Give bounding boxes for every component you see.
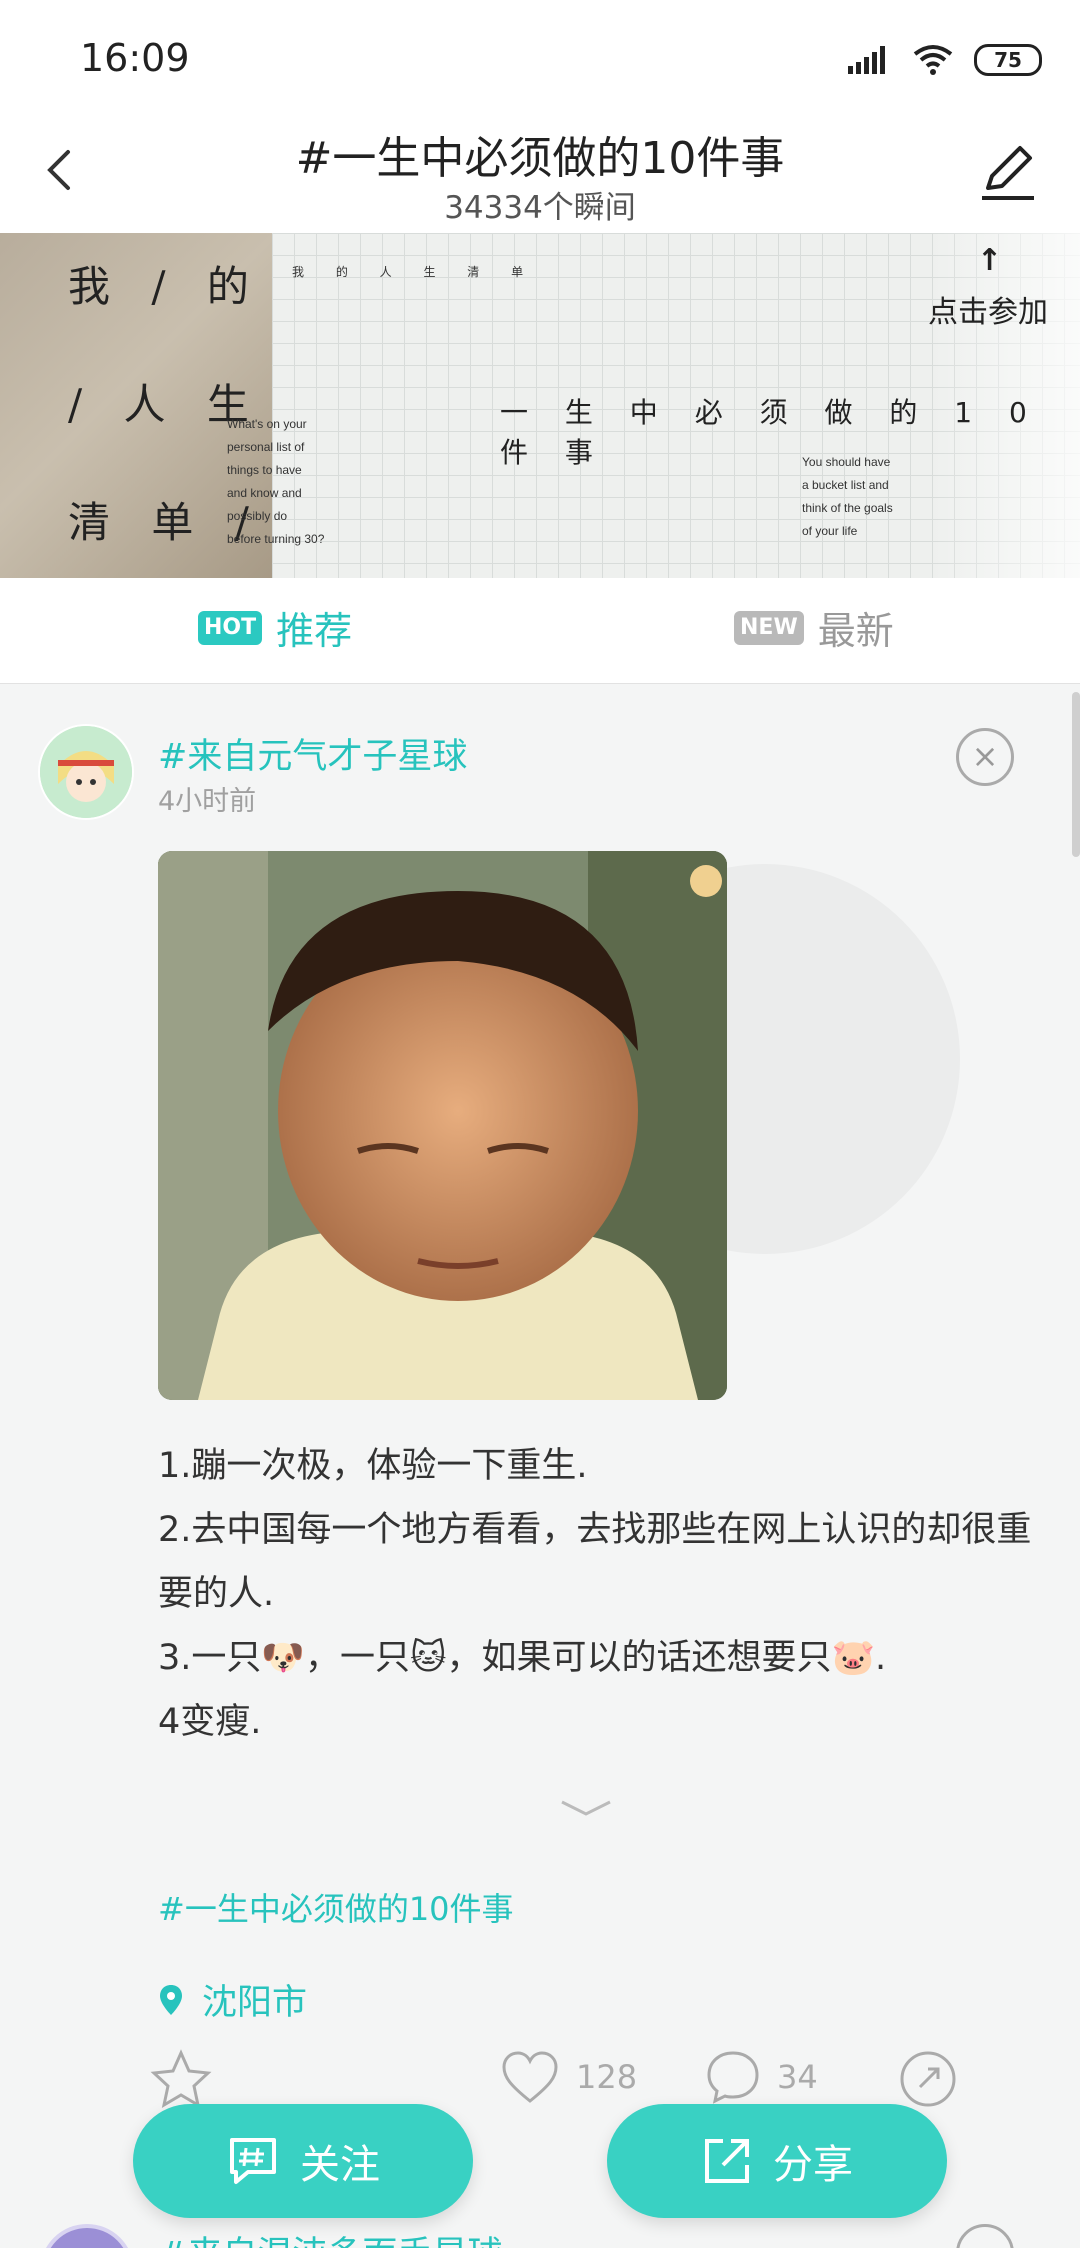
post-line: 3.一只🐶，一只🐱，如果可以的话还想要只🐷.: [158, 1638, 887, 1678]
post-source[interactable]: #来自元气才子星球: [158, 728, 467, 779]
feed[interactable]: #来自元气才子星球 4小时前 × 1.蹦一次极，体验一下重生. 2.去中国每一个…: [0, 684, 1080, 2248]
tab-latest[interactable]: NEW 最新: [734, 600, 894, 655]
banner-line-1: 我 / 的: [68, 262, 263, 311]
status-icons: 75: [848, 40, 1042, 80]
banner-top-text: 我 的 人 生 清 单: [292, 265, 538, 279]
location-icon: [160, 1984, 182, 2015]
chevron-down-icon[interactable]: [556, 1794, 616, 1824]
comment-count: 34: [777, 2058, 818, 2096]
topic-chat-icon: [230, 2138, 276, 2184]
avatar[interactable]: [38, 724, 134, 820]
edit-icon[interactable]: [974, 138, 1040, 204]
like-button[interactable]: 128: [500, 2049, 637, 2105]
star-icon[interactable]: [150, 2049, 212, 2109]
comment-button[interactable]: 34: [705, 2049, 818, 2105]
post-location[interactable]: 沈阳市: [158, 1974, 307, 2025]
post-line: 1.蹦一次极，体验一下重生.: [158, 1446, 588, 1486]
post-actions: 128 34: [0, 2049, 1080, 2119]
new-badge: NEW: [734, 610, 804, 645]
close-icon[interactable]: [956, 2224, 1014, 2248]
heart-icon: [502, 2051, 558, 2103]
tab-label: 推荐: [276, 609, 353, 653]
tab-label: 最新: [817, 609, 894, 653]
post-source[interactable]: #来自混沌多面手星球: [158, 2226, 502, 2248]
arrow-up-icon: ↑: [976, 243, 1002, 278]
post-line: 4变瘦.: [158, 1702, 262, 1742]
close-icon[interactable]: ×: [956, 728, 1014, 786]
hot-badge: HOT: [198, 610, 263, 645]
moment-count: 34334个瞬间: [444, 190, 636, 226]
like-count: 128: [576, 2058, 638, 2096]
comment-icon: [707, 2051, 759, 2104]
avatar[interactable]: [40, 2224, 134, 2248]
post-image[interactable]: [158, 851, 727, 1400]
tab-recommended[interactable]: HOT 推荐: [198, 600, 352, 655]
banner-left-caption: What's on your personal list of things to…: [227, 417, 325, 546]
post-line: 2.去中国每一个地方看看，去找那些在网上认识的却很重要的人.: [158, 1510, 1032, 1614]
join-button[interactable]: 点击参加: [928, 287, 1048, 331]
page-title: #一生中必须做的10件事: [295, 133, 785, 184]
share-icon[interactable]: [898, 2049, 958, 2109]
topic-banner[interactable]: 我 / 的 / 人 生 清 单 / 我 的 人 生 清 单 What's on …: [0, 233, 1080, 578]
location-label: 沈阳市: [202, 1983, 308, 2023]
signal-icon: [848, 46, 885, 74]
wifi-icon: [913, 45, 953, 75]
follow-label: 关注: [300, 2142, 380, 2188]
post-time: 4小时前: [158, 786, 257, 817]
scrollbar[interactable]: [1072, 692, 1080, 857]
tab-bar: HOT 推荐 NEW 最新: [0, 578, 1080, 684]
post-content: 1.蹦一次极，体验一下重生. 2.去中国每一个地方看看，去找那些在网上认识的却很…: [158, 1434, 1038, 1754]
external-share-icon: [705, 2139, 749, 2183]
battery-icon: 75: [974, 44, 1042, 76]
banner-right-caption: You should have a bucket list and think o…: [802, 455, 893, 538]
status-bar: 16:09 75: [0, 0, 1080, 118]
nav-bar: #一生中必须做的10件事 34334个瞬间: [0, 118, 1080, 233]
share-label: 分享: [773, 2142, 853, 2188]
status-time: 16:09: [80, 36, 190, 80]
follow-button[interactable]: 关注: [133, 2104, 473, 2218]
share-button[interactable]: 分享: [607, 2104, 947, 2218]
banner-main-text: 一 生 中 必 须 做 的 1 0 件 事: [500, 396, 1041, 469]
topic-tag[interactable]: #一生中必须做的10件事: [158, 1884, 514, 1930]
